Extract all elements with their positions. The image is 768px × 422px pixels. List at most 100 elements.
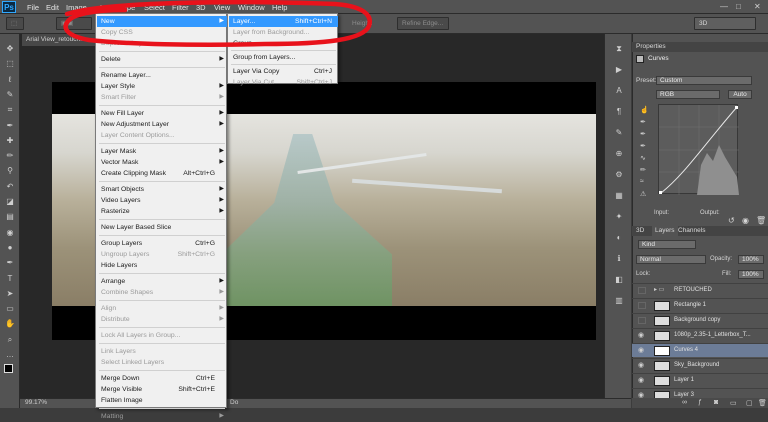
target-adjust-icon[interactable]: ☝	[640, 106, 649, 114]
reset-icon[interactable]: ↺	[728, 216, 735, 225]
curve-point[interactable]	[659, 191, 662, 194]
menu-3d[interactable]: 3D	[196, 3, 206, 12]
layer-row[interactable]: ◉ 1080p_2.35-1_Letterbox_T...	[632, 328, 768, 342]
menu-help[interactable]: Help	[272, 3, 287, 12]
menu-item-layer-style[interactable]: Layer Style ▶	[97, 81, 227, 92]
layer-row[interactable]: Rectangle 1	[632, 298, 768, 312]
black-eyedropper-icon[interactable]: ✒	[640, 118, 646, 126]
menu-item-select-linked-layers[interactable]: Select Linked Layers	[97, 357, 227, 368]
menu-item-matting[interactable]: Matting ▶	[97, 411, 227, 422]
layer-row[interactable]: ◉ Sky_Background	[632, 358, 768, 372]
blur-icon[interactable]: ◉	[5, 228, 15, 238]
menu-item-new[interactable]: New ▶	[97, 16, 227, 27]
crop-tool-icon[interactable]: ⌗	[5, 105, 15, 115]
gradient-icon[interactable]: ▤	[5, 212, 15, 222]
histogram-icon[interactable]: ▥	[614, 296, 624, 306]
menu-item-combine-shapes[interactable]: Combine Shapes ▶	[97, 287, 227, 298]
auto-button[interactable]: Auto	[728, 90, 752, 99]
menu-item-delete[interactable]: Delete ▶	[97, 54, 227, 65]
menu-item-new-fill-layer[interactable]: New Fill Layer ▶	[97, 108, 227, 119]
history-brush-icon[interactable]: ↶	[5, 182, 15, 192]
tool-presets-icon[interactable]: ⚙	[614, 170, 624, 180]
brush-panel-icon[interactable]: ✎	[614, 128, 624, 138]
tab-channels[interactable]: Channels	[678, 227, 705, 234]
menu-type[interactable]: Type	[119, 3, 135, 12]
eye-icon[interactable]: ◉	[638, 377, 646, 384]
styles-icon[interactable]: ✦	[614, 212, 624, 222]
submenu-item-layer-from-background[interactable]: Layer from Background...	[229, 27, 338, 38]
eraser-icon[interactable]: ◪	[5, 197, 15, 207]
properties-tab[interactable]: Properties	[636, 43, 666, 50]
ellipsis-icon[interactable]: …	[5, 350, 15, 360]
pencil-icon[interactable]: ✏	[640, 166, 646, 174]
folder-icon[interactable]: ▭	[730, 399, 737, 407]
menu-item-lock-all-layers-in-group[interactable]: Lock All Layers in Group...	[97, 330, 227, 341]
new-layer-icon[interactable]: ▢	[746, 399, 753, 407]
fx-icon[interactable]: ƒ	[698, 399, 702, 406]
menu-item-rasterize[interactable]: Rasterize ▶	[97, 206, 227, 217]
clip-warning-icon[interactable]: ⚠	[640, 190, 646, 198]
submenu-item-layer[interactable]: Layer... Shift+Ctrl+N	[229, 16, 338, 27]
minimize-icon[interactable]: —	[720, 2, 728, 11]
swatches-icon[interactable]: ▦	[614, 191, 624, 201]
eye-icon[interactable]: ◉	[638, 362, 646, 369]
menu-edit[interactable]: Edit	[46, 3, 59, 12]
smooth-icon[interactable]: ≈	[640, 178, 644, 185]
menu-item-layer-mask[interactable]: Layer Mask ▶	[97, 146, 227, 157]
submenu-item-layer-via-copy[interactable]: Layer Via Copy Ctrl+J	[229, 66, 338, 77]
white-eyedropper-icon[interactable]: ✒	[640, 142, 646, 150]
menu-item-group-layers[interactable]: Group Layers Ctrl+G	[97, 238, 227, 249]
zoom-tool-icon[interactable]: ⌕	[5, 335, 15, 345]
eye-icon[interactable]	[638, 287, 646, 294]
tab-layers[interactable]: Layers	[652, 226, 678, 236]
submenu-item-group-from-layers[interactable]: Group from Layers...	[229, 52, 338, 63]
curves-graph[interactable]	[658, 104, 739, 195]
navigator-icon[interactable]: ◧	[614, 275, 624, 285]
close-icon[interactable]: ✕	[754, 2, 761, 11]
layer-row[interactable]: ◉ Layer 1	[632, 373, 768, 387]
paragraph-icon[interactable]: ¶	[614, 107, 624, 117]
menu-item-create-clipping-mask[interactable]: Create Clipping Mask Alt+Ctrl+G	[97, 168, 227, 179]
clone-source-icon[interactable]: ⊕	[614, 149, 624, 159]
shape-tool-icon[interactable]: ▭	[5, 304, 15, 314]
history-icon[interactable]: ⧗	[614, 44, 624, 54]
workspace-select[interactable]: 3D	[694, 17, 756, 30]
link-icon[interactable]: ∞	[682, 399, 687, 406]
menu-item-rename-layer[interactable]: Rename Layer...	[97, 70, 227, 81]
menu-item-merge-visible[interactable]: Merge Visible Shift+Ctrl+E	[97, 384, 227, 395]
visibility-icon[interactable]: ◉	[742, 216, 749, 225]
menu-item-copy-css[interactable]: Copy CSS	[97, 27, 227, 38]
menu-item-ungroup-layers[interactable]: Ungroup Layers Shift+Ctrl+G	[97, 249, 227, 260]
eye-icon[interactable]	[638, 302, 646, 309]
character-icon[interactable]: A	[614, 86, 624, 96]
healing-brush-icon[interactable]: ✚	[5, 136, 15, 146]
menu-image[interactable]: Image	[66, 3, 87, 12]
maximize-icon[interactable]: □	[736, 2, 741, 11]
brush-tool-icon[interactable]: ✏	[5, 151, 15, 161]
menu-item-align[interactable]: Align ▶	[97, 303, 227, 314]
fill-field[interactable]: 100%	[738, 270, 764, 279]
submenu-item-group[interactable]: Group...	[229, 38, 338, 49]
menu-item-video-layers[interactable]: Video Layers ▶	[97, 195, 227, 206]
lasso-tool-icon[interactable]: ℓ	[5, 75, 15, 85]
layer-row[interactable]: ▸ ▭ RETOUCHED	[632, 283, 768, 297]
gray-eyedropper-icon[interactable]: ✒	[640, 130, 646, 138]
menu-filter[interactable]: Filter	[172, 3, 189, 12]
eye-icon[interactable]	[638, 317, 646, 324]
menu-item-new-layer-based-slice[interactable]: New Layer Based Slice	[97, 222, 227, 233]
info-icon[interactable]: ℹ	[614, 254, 624, 264]
layer-row[interactable]: ◉ Curves 4	[632, 343, 768, 357]
curve-point[interactable]	[735, 106, 738, 109]
dodge-icon[interactable]: ●	[5, 243, 15, 253]
menu-select[interactable]: Select	[144, 3, 165, 12]
menu-view[interactable]: View	[214, 3, 230, 12]
menu-item-layer-content-options[interactable]: Layer Content Options...	[97, 130, 227, 141]
mask-icon[interactable]: ◙	[714, 399, 718, 406]
opacity-field[interactable]: 100%	[738, 255, 764, 264]
menu-window[interactable]: Window	[238, 3, 265, 12]
pen-tool-icon[interactable]: ✒	[5, 258, 15, 268]
type-tool-icon[interactable]: T	[5, 274, 15, 284]
submenu-item-layer-via-cut[interactable]: Layer Via Cut Shift+Ctrl+J	[229, 77, 338, 88]
zoom-level[interactable]: 99.17%	[25, 399, 47, 406]
menu-item-merge-down[interactable]: Merge Down Ctrl+E	[97, 373, 227, 384]
